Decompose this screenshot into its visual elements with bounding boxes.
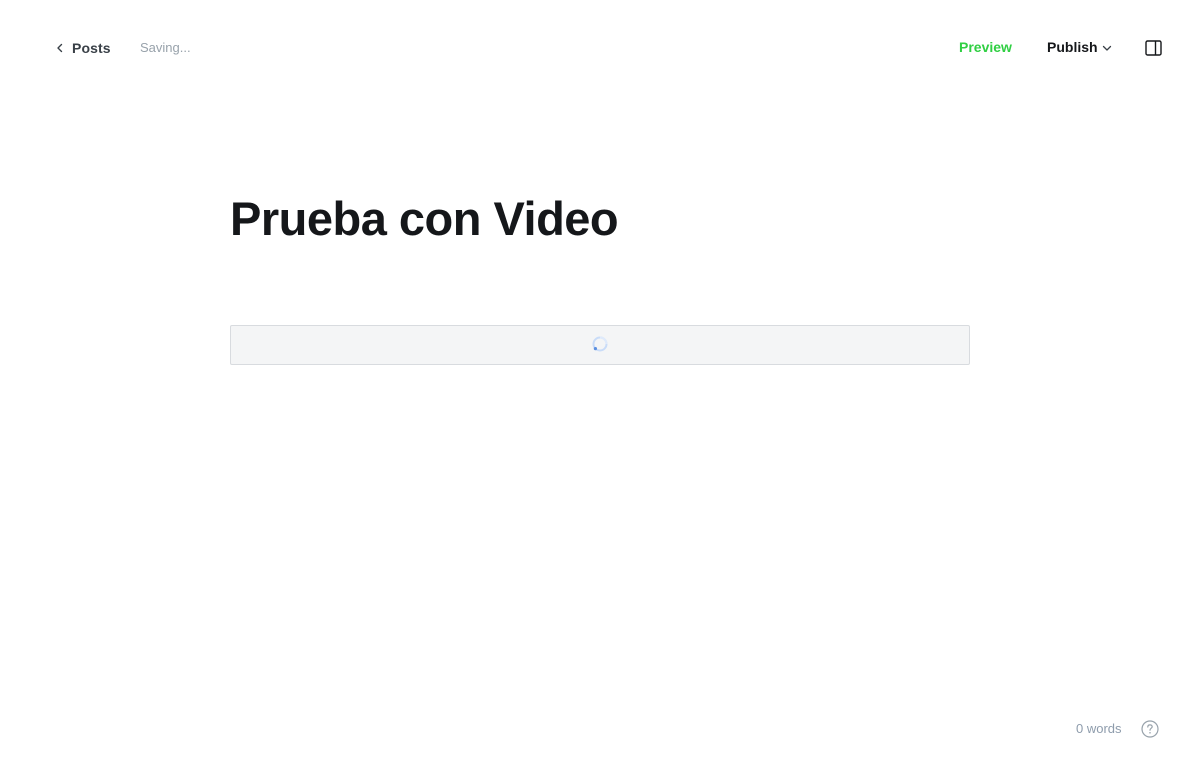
publish-button[interactable]: Publish — [1047, 39, 1112, 55]
back-link-label: Posts — [72, 40, 111, 56]
preview-button[interactable]: Preview — [959, 39, 1012, 55]
sidebar-toggle-icon[interactable] — [1145, 40, 1162, 56]
chevron-down-icon — [1102, 45, 1111, 51]
spinner-icon — [592, 336, 608, 352]
editor-header: Posts Saving... Preview Publish — [0, 0, 1200, 96]
chevron-left-icon — [57, 43, 63, 53]
help-icon[interactable] — [1141, 720, 1159, 738]
word-count: 0 words — [1076, 721, 1122, 736]
save-status: Saving... — [140, 40, 191, 55]
back-to-posts-link[interactable]: Posts — [54, 38, 111, 58]
post-title[interactable]: Prueba con Video — [230, 189, 619, 249]
publish-button-label: Publish — [1047, 39, 1098, 55]
video-card[interactable] — [230, 325, 970, 365]
